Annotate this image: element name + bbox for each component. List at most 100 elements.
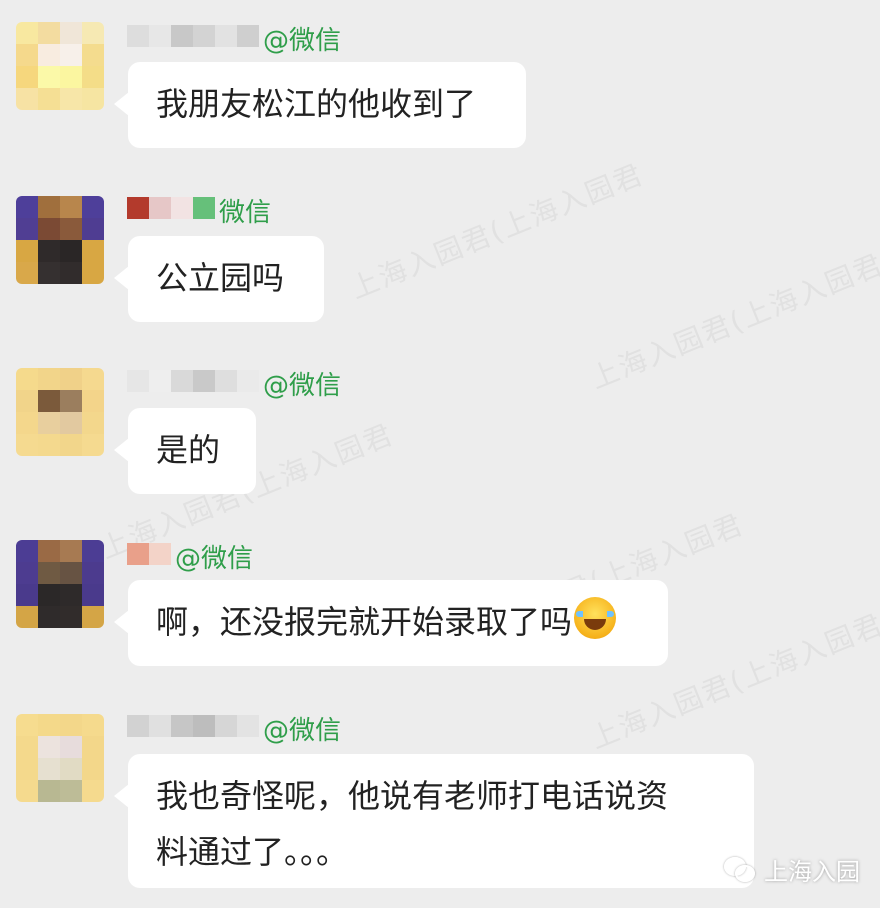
avatar-pixel [16,66,38,88]
avatar-pixel [38,368,60,390]
avatar-pixel [16,412,38,434]
avatar-pixel [60,434,82,456]
blurred-name-block [193,197,215,219]
avatar-pixel [16,434,38,456]
avatar-pixel [16,780,38,802]
watermark-text: 上海入园君(上海入园君 [345,157,649,306]
blurred-name-block [171,25,193,47]
avatar-pixel [60,540,82,562]
avatar-pixel [16,540,38,562]
message-text: 啊，还没报完就开始录取了吗 [156,603,573,641]
avatar-pixel [38,412,60,434]
avatar-pixel [16,196,38,218]
laughing-crying-emoji-icon [574,597,617,639]
brand-label: 上海入园 [764,858,860,886]
sender-suffix: @微信 [175,543,254,574]
avatar-pixel [82,88,104,110]
blurred-name-block [171,370,193,392]
avatar-pixel [82,66,104,88]
avatar-pixel [60,368,82,390]
avatar-pixel [16,262,38,284]
avatar-pixel [16,390,38,412]
avatar-pixel [38,218,60,240]
sender-suffix: @微信 [263,25,342,56]
avatar-pixel [82,780,104,802]
blurred-name-block [215,370,237,392]
avatar-pixel [82,390,104,412]
avatar-pixel [38,390,60,412]
message-bubble[interactable]: 是的 [114,408,256,494]
blurred-name [127,370,259,396]
message-text: 公立园吗 [156,259,285,297]
blurred-name-block [171,715,193,737]
avatar-pixel [60,196,82,218]
avatar-pixel [82,240,104,262]
avatar-pixel [16,562,38,584]
avatar-pixel [16,368,38,390]
avatar-pixel [60,44,82,66]
avatar[interactable] [16,540,104,628]
blurred-name-block [193,715,215,737]
avatar-pixel [60,262,82,284]
avatar-pixel [38,562,60,584]
avatar-pixel [16,606,38,628]
avatar[interactable] [16,196,104,284]
avatar-pixel [82,540,104,562]
avatar-pixel [82,22,104,44]
avatar-pixel [16,584,38,606]
blurred-name-block [127,715,149,737]
avatar-pixel [38,758,60,780]
avatar-pixel [16,22,38,44]
avatar-pixel [38,44,60,66]
message-bubble[interactable]: 我朋友松江的他收到了 [114,62,526,148]
avatar-pixel [82,262,104,284]
avatar-pixel [60,606,82,628]
avatar-pixel [16,758,38,780]
sender-name: @微信 [127,710,341,746]
avatar-pixel [38,780,60,802]
avatar-pixel [38,606,60,628]
blurred-name [127,197,215,223]
avatar-pixel [60,412,82,434]
avatar[interactable] [16,22,104,110]
watermark-text: 上海入园君(上海入园君 [585,247,880,396]
avatar-pixel [60,758,82,780]
avatar-pixel [60,714,82,736]
avatar-pixel [38,584,60,606]
avatar-pixel [82,434,104,456]
blurred-name-block [193,370,215,392]
avatar-pixel [82,412,104,434]
avatar[interactable] [16,714,104,802]
avatar-pixel [60,22,82,44]
message-bubble[interactable]: 公立园吗 [114,236,324,322]
avatar-pixel [60,66,82,88]
message-text-line: 料通过了。。。 [156,833,349,871]
avatar-pixel [82,714,104,736]
avatar-pixel [82,218,104,240]
blurred-name-block [127,543,149,565]
blurred-name [127,25,259,51]
message-text: 我朋友松江的他收到了 [156,85,477,123]
blurred-name-block [149,25,171,47]
avatar-pixel [60,562,82,584]
sender-name: 微信 [127,192,271,228]
avatar-pixel [82,368,104,390]
blurred-name-block [193,25,215,47]
message-text-line: 我也奇怪呢，他说有老师打电话说资 [156,777,669,815]
avatar-pixel [82,736,104,758]
avatar-pixel [60,390,82,412]
avatar-pixel [82,584,104,606]
avatar-pixel [16,44,38,66]
avatar-pixel [82,196,104,218]
avatar-pixel [82,44,104,66]
blurred-name-block [149,197,171,219]
blurred-name [127,715,259,741]
avatar-pixel [16,218,38,240]
blurred-name-block [127,25,149,47]
avatar[interactable] [16,368,104,456]
brand-watermark: 上海入园 [724,852,860,887]
message-bubble[interactable]: 我也奇怪呢，他说有老师打电话说资 料通过了。。。 [114,754,754,888]
message-bubble[interactable]: 啊，还没报完就开始录取了吗 [114,580,668,666]
blurred-name-block [127,197,149,219]
blurred-name-block [171,197,193,219]
